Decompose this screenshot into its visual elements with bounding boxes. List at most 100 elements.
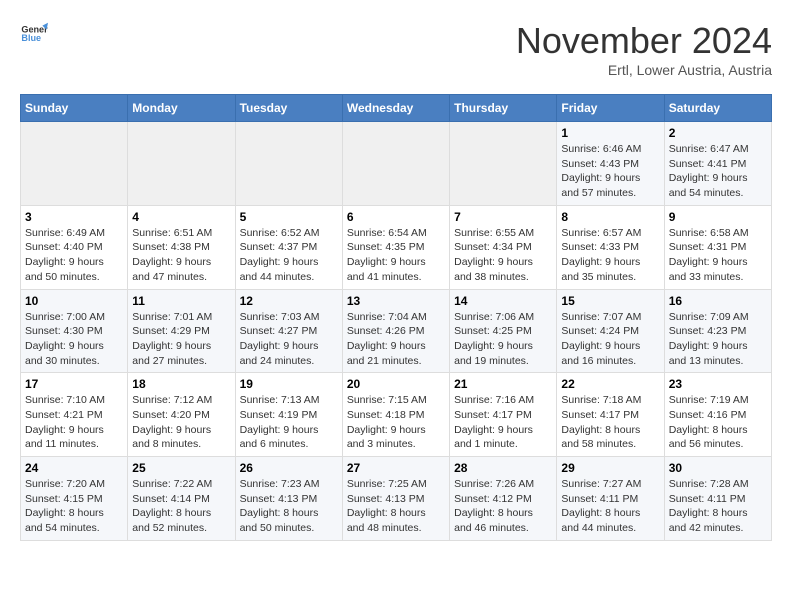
calendar-cell: 19 Sunrise: 7:13 AMSunset: 4:19 PMDayligh… xyxy=(235,373,342,457)
day-info: Sunrise: 7:27 AMSunset: 4:11 PMDaylight:… xyxy=(561,477,659,536)
calendar-cell: 9 Sunrise: 6:58 AMSunset: 4:31 PMDaylight… xyxy=(664,205,771,289)
day-number: 8 xyxy=(561,210,659,224)
day-number: 1 xyxy=(561,126,659,140)
calendar-cell: 17 Sunrise: 7:10 AMSunset: 4:21 PMDayligh… xyxy=(21,373,128,457)
calendar-cell: 18 Sunrise: 7:12 AMSunset: 4:20 PMDayligh… xyxy=(128,373,235,457)
day-number: 18 xyxy=(132,377,230,391)
day-number: 25 xyxy=(132,461,230,475)
calendar-cell: 24Sunrise: 7:20 AMSunset: 4:15 PMDayligh… xyxy=(21,457,128,541)
day-number: 28 xyxy=(454,461,552,475)
header-wednesday: Wednesday xyxy=(342,95,449,122)
calendar-week-2: 3 Sunrise: 6:49 AMSunset: 4:40 PMDaylight… xyxy=(21,205,772,289)
calendar-cell xyxy=(450,122,557,206)
header-sunday: Sunday xyxy=(21,95,128,122)
calendar-cell: 14 Sunrise: 7:06 AMSunset: 4:25 PMDayligh… xyxy=(450,289,557,373)
header-friday: Friday xyxy=(557,95,664,122)
day-info: Sunrise: 7:28 AMSunset: 4:11 PMDaylight:… xyxy=(669,477,767,536)
day-number: 27 xyxy=(347,461,445,475)
location-subtitle: Ertl, Lower Austria, Austria xyxy=(516,62,772,78)
calendar-week-1: 1 Sunrise: 6:46 AMSunset: 4:43 PMDaylight… xyxy=(21,122,772,206)
header-thursday: Thursday xyxy=(450,95,557,122)
calendar-cell: 22 Sunrise: 7:18 AMSunset: 4:17 PMDayligh… xyxy=(557,373,664,457)
day-info: Sunrise: 6:49 AMSunset: 4:40 PMDaylight:… xyxy=(25,226,123,285)
calendar-cell: 8 Sunrise: 6:57 AMSunset: 4:33 PMDaylight… xyxy=(557,205,664,289)
calendar-cell: 5 Sunrise: 6:52 AMSunset: 4:37 PMDaylight… xyxy=(235,205,342,289)
calendar-cell xyxy=(21,122,128,206)
day-number: 10 xyxy=(25,294,123,308)
day-info: Sunrise: 7:25 AMSunset: 4:13 PMDaylight:… xyxy=(347,477,445,536)
calendar-cell xyxy=(235,122,342,206)
day-number: 11 xyxy=(132,294,230,308)
calendar-cell: 21Sunrise: 7:16 AMSunset: 4:17 PMDayligh… xyxy=(450,373,557,457)
day-info: Sunrise: 6:52 AMSunset: 4:37 PMDaylight:… xyxy=(240,226,338,285)
header-monday: Monday xyxy=(128,95,235,122)
day-number: 13 xyxy=(347,294,445,308)
day-number: 14 xyxy=(454,294,552,308)
calendar-cell xyxy=(128,122,235,206)
day-info: Sunrise: 6:47 AMSunset: 4:41 PMDaylight:… xyxy=(669,142,767,201)
day-info: Sunrise: 7:19 AMSunset: 4:16 PMDaylight:… xyxy=(669,393,767,452)
day-number: 29 xyxy=(561,461,659,475)
calendar-cell: 27 Sunrise: 7:25 AMSunset: 4:13 PMDayligh… xyxy=(342,457,449,541)
calendar-cell: 3 Sunrise: 6:49 AMSunset: 4:40 PMDaylight… xyxy=(21,205,128,289)
day-info: Sunrise: 6:46 AMSunset: 4:43 PMDaylight:… xyxy=(561,142,659,201)
header-row: Sunday Monday Tuesday Wednesday Thursday… xyxy=(21,95,772,122)
calendar-cell xyxy=(342,122,449,206)
day-info: Sunrise: 7:13 AMSunset: 4:19 PMDaylight:… xyxy=(240,393,338,452)
day-number: 16 xyxy=(669,294,767,308)
day-number: 9 xyxy=(669,210,767,224)
day-number: 30 xyxy=(669,461,767,475)
day-info: Sunrise: 7:09 AMSunset: 4:23 PMDaylight:… xyxy=(669,310,767,369)
title-block: November 2024 Ertl, Lower Austria, Austr… xyxy=(516,20,772,78)
header-saturday: Saturday xyxy=(664,95,771,122)
day-info: Sunrise: 7:12 AMSunset: 4:20 PMDaylight:… xyxy=(132,393,230,452)
calendar-cell: 7Sunrise: 6:55 AMSunset: 4:34 PMDaylight… xyxy=(450,205,557,289)
day-info: Sunrise: 6:58 AMSunset: 4:31 PMDaylight:… xyxy=(669,226,767,285)
day-info: Sunrise: 6:57 AMSunset: 4:33 PMDaylight:… xyxy=(561,226,659,285)
day-number: 6 xyxy=(347,210,445,224)
day-info: Sunrise: 7:06 AMSunset: 4:25 PMDaylight:… xyxy=(454,310,552,369)
day-info: Sunrise: 6:51 AMSunset: 4:38 PMDaylight:… xyxy=(132,226,230,285)
calendar-cell: 4 Sunrise: 6:51 AMSunset: 4:38 PMDaylight… xyxy=(128,205,235,289)
calendar-week-3: 10Sunrise: 7:00 AMSunset: 4:30 PMDayligh… xyxy=(21,289,772,373)
day-number: 17 xyxy=(25,377,123,391)
calendar-body: 1 Sunrise: 6:46 AMSunset: 4:43 PMDaylight… xyxy=(21,122,772,541)
calendar-cell: 20Sunrise: 7:15 AMSunset: 4:18 PMDayligh… xyxy=(342,373,449,457)
day-info: Sunrise: 7:22 AMSunset: 4:14 PMDaylight:… xyxy=(132,477,230,536)
day-info: Sunrise: 6:54 AMSunset: 4:35 PMDaylight:… xyxy=(347,226,445,285)
day-number: 23 xyxy=(669,377,767,391)
logo-icon: General Blue xyxy=(20,20,48,48)
day-info: Sunrise: 7:23 AMSunset: 4:13 PMDaylight:… xyxy=(240,477,338,536)
day-info: Sunrise: 7:10 AMSunset: 4:21 PMDaylight:… xyxy=(25,393,123,452)
calendar-cell: 26 Sunrise: 7:23 AMSunset: 4:13 PMDayligh… xyxy=(235,457,342,541)
calendar-header: Sunday Monday Tuesday Wednesday Thursday… xyxy=(21,95,772,122)
calendar-week-4: 17 Sunrise: 7:10 AMSunset: 4:21 PMDayligh… xyxy=(21,373,772,457)
day-number: 26 xyxy=(240,461,338,475)
calendar-cell: 16 Sunrise: 7:09 AMSunset: 4:23 PMDayligh… xyxy=(664,289,771,373)
day-info: Sunrise: 7:01 AMSunset: 4:29 PMDaylight:… xyxy=(132,310,230,369)
day-number: 2 xyxy=(669,126,767,140)
month-title: November 2024 xyxy=(516,20,772,62)
day-info: Sunrise: 6:55 AMSunset: 4:34 PMDaylight:… xyxy=(454,226,552,285)
day-info: Sunrise: 7:18 AMSunset: 4:17 PMDaylight:… xyxy=(561,393,659,452)
day-number: 15 xyxy=(561,294,659,308)
day-info: Sunrise: 7:20 AMSunset: 4:15 PMDaylight:… xyxy=(25,477,123,536)
calendar-cell: 2 Sunrise: 6:47 AMSunset: 4:41 PMDaylight… xyxy=(664,122,771,206)
day-number: 5 xyxy=(240,210,338,224)
calendar-cell: 15Sunrise: 7:07 AMSunset: 4:24 PMDayligh… xyxy=(557,289,664,373)
day-number: 3 xyxy=(25,210,123,224)
day-number: 21 xyxy=(454,377,552,391)
calendar-cell: 25 Sunrise: 7:22 AMSunset: 4:14 PMDayligh… xyxy=(128,457,235,541)
day-info: Sunrise: 7:26 AMSunset: 4:12 PMDaylight:… xyxy=(454,477,552,536)
day-info: Sunrise: 7:03 AMSunset: 4:27 PMDaylight:… xyxy=(240,310,338,369)
day-info: Sunrise: 7:15 AMSunset: 4:18 PMDaylight:… xyxy=(347,393,445,452)
day-number: 22 xyxy=(561,377,659,391)
day-info: Sunrise: 7:04 AMSunset: 4:26 PMDaylight:… xyxy=(347,310,445,369)
calendar-cell: 12Sunrise: 7:03 AMSunset: 4:27 PMDayligh… xyxy=(235,289,342,373)
day-number: 19 xyxy=(240,377,338,391)
day-number: 4 xyxy=(132,210,230,224)
calendar-cell: 11 Sunrise: 7:01 AMSunset: 4:29 PMDayligh… xyxy=(128,289,235,373)
calendar-cell: 6 Sunrise: 6:54 AMSunset: 4:35 PMDaylight… xyxy=(342,205,449,289)
calendar-cell: 13 Sunrise: 7:04 AMSunset: 4:26 PMDayligh… xyxy=(342,289,449,373)
svg-text:Blue: Blue xyxy=(21,33,41,43)
